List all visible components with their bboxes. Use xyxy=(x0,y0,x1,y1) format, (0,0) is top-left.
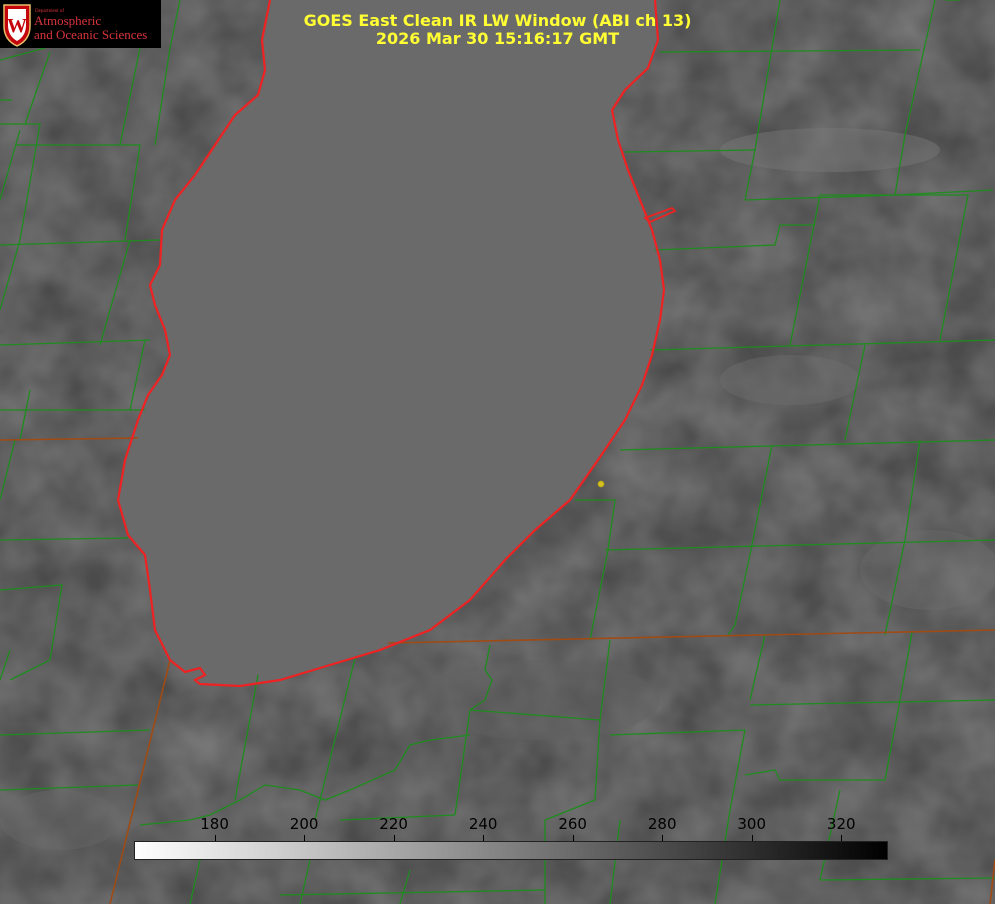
uw-crest-icon: W xyxy=(3,4,31,47)
colorbar-tick-mark xyxy=(572,835,574,841)
svg-text:W: W xyxy=(7,15,27,37)
satellite-map[interactable] xyxy=(0,0,995,904)
colorbar-tick-label: 180 xyxy=(200,815,229,833)
title-product: GOES East Clean IR LW Window (ABI ch 13) xyxy=(303,11,692,30)
colorbar-tick-label: 300 xyxy=(737,815,767,833)
colorbar-tick-mark xyxy=(841,835,843,841)
colorbar-tick-label: 260 xyxy=(558,815,587,833)
image-title: GOES East Clean IR LW Window (ABI ch 13)… xyxy=(240,12,755,48)
title-timestamp: 2026 Mar 30 15:16:17 GMT xyxy=(375,29,620,48)
uw-aos-logo: W Department of Atmospheric and Oceanic … xyxy=(0,0,161,48)
temperature-colorbar xyxy=(134,841,888,860)
colorbar-tick-label: 200 xyxy=(289,815,319,833)
colorbar-tick-mark xyxy=(483,835,485,841)
colorbar-tick-mark xyxy=(304,835,306,841)
colorbar-tick-label: 320 xyxy=(826,815,856,833)
colorbar-tick-mark xyxy=(751,835,753,841)
station-marker xyxy=(597,480,605,488)
colorbar-tick-mark xyxy=(662,835,664,841)
colorbar-tick-label: 280 xyxy=(647,815,677,833)
colorbar-tick-mark xyxy=(214,835,216,841)
colorbar-tick-label: 240 xyxy=(468,815,498,833)
logo-oceanic-text: and Oceanic Sciences xyxy=(34,27,148,42)
colorbar-tick-mark xyxy=(393,835,395,841)
colorbar-tick-label: 220 xyxy=(379,815,408,833)
